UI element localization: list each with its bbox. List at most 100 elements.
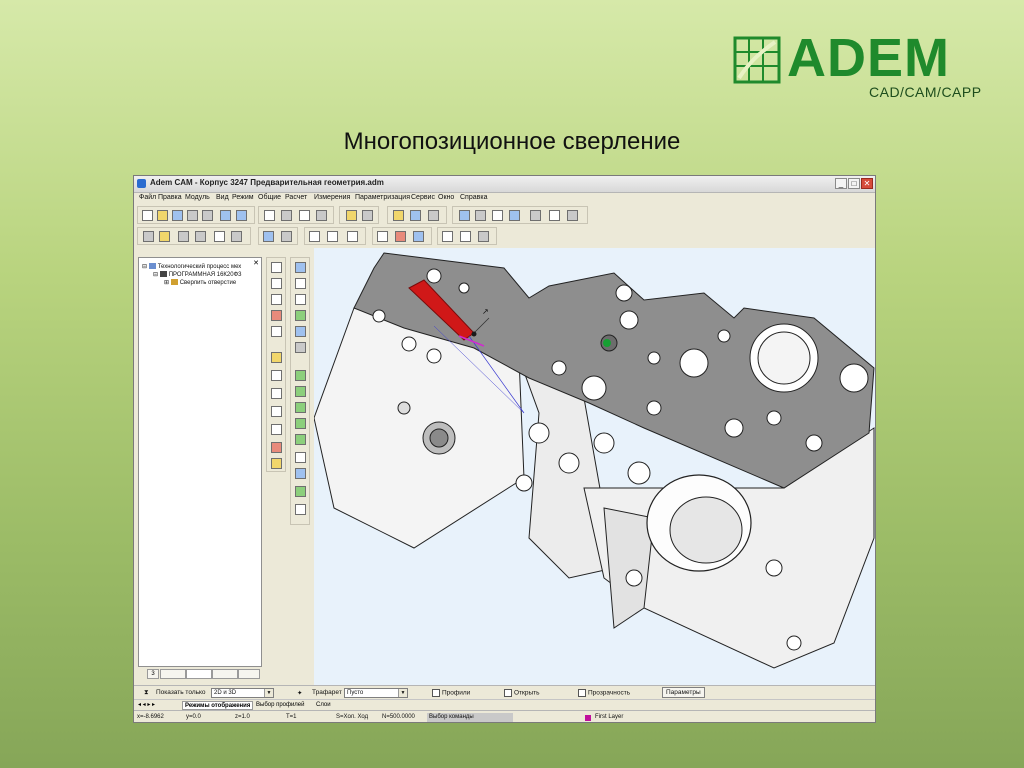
tab-profile-select[interactable]: Выбор профилей <box>256 701 305 710</box>
shade-icon[interactable] <box>475 210 486 221</box>
menu-param[interactable]: Параметризация <box>355 194 410 201</box>
maximize-button[interactable]: □ <box>848 178 860 189</box>
view-list-icon[interactable] <box>428 210 439 221</box>
tree-tab-5[interactable] <box>238 669 260 679</box>
sketch-icon[interactable] <box>271 262 282 273</box>
menu-help[interactable]: Справка <box>460 194 487 201</box>
page-icon[interactable] <box>264 210 275 221</box>
layer-icon[interactable] <box>295 434 306 445</box>
measure-icon[interactable] <box>530 210 541 221</box>
3d-viewport[interactable]: ↗ <box>314 248 875 685</box>
wall-icon[interactable] <box>295 402 306 413</box>
pocket-icon[interactable] <box>295 370 306 381</box>
menu-edit[interactable]: Правка <box>158 194 182 201</box>
new-file-icon[interactable] <box>142 210 153 221</box>
depth-icon[interactable] <box>271 352 282 363</box>
tree-item[interactable]: ⊟ Технологический процесс мех <box>142 263 241 270</box>
pan-icon[interactable] <box>549 210 560 221</box>
export-icon[interactable] <box>220 210 231 221</box>
tab-nav-arrows[interactable]: ◂ ◂ ▸ ▸ <box>138 701 155 710</box>
show-only-select[interactable]: 2D и 3D ▼ <box>211 688 274 698</box>
text-tool-icon[interactable] <box>271 458 282 469</box>
face-icon[interactable] <box>295 386 306 397</box>
step-icon[interactable] <box>271 388 282 399</box>
contour3-icon[interactable] <box>271 326 282 337</box>
view-3d-icon[interactable] <box>393 210 404 221</box>
numbers-icon[interactable] <box>327 231 338 242</box>
operation-icon[interactable] <box>178 231 189 242</box>
transparency-checkbox[interactable]: Прозрачность <box>578 689 630 697</box>
menu-window[interactable]: Окно <box>438 194 454 201</box>
surface2-icon[interactable] <box>295 486 306 497</box>
tool-icon[interactable] <box>159 231 170 242</box>
tree-item[interactable]: ⊞ Сверлить отверстие <box>164 279 236 286</box>
menu-measure[interactable]: Измерения <box>314 194 350 201</box>
tree-tab-1[interactable]: 3 <box>147 669 159 679</box>
tree-close-icon[interactable]: ✕ <box>253 259 259 267</box>
pointer-icon[interactable] <box>195 231 206 242</box>
corner-icon[interactable] <box>295 504 306 515</box>
stencil-select[interactable]: Пусто ▼ <box>344 688 408 698</box>
open-checkbox[interactable]: Открыть <box>504 689 540 697</box>
tab-layers[interactable]: Слои <box>316 701 331 710</box>
shape-icon[interactable] <box>295 452 306 463</box>
frame-icon[interactable] <box>295 468 306 479</box>
island-icon[interactable] <box>295 418 306 429</box>
title-bar[interactable]: Adem CAM - Корпус 3247 Предварительная г… <box>134 176 875 193</box>
solid-icon[interactable] <box>295 326 306 337</box>
level-icon[interactable] <box>271 406 282 417</box>
contour2-icon[interactable] <box>271 294 282 305</box>
paste-icon[interactable] <box>346 210 357 221</box>
parameters-button[interactable]: Параметры <box>662 687 705 698</box>
tree-tab-4[interactable] <box>212 669 238 679</box>
variables-icon[interactable] <box>299 210 310 221</box>
align-icon[interactable] <box>309 231 320 242</box>
import-icon[interactable] <box>236 210 247 221</box>
rotate-icon[interactable] <box>509 210 520 221</box>
axis-icon[interactable] <box>295 262 306 273</box>
menu-mode[interactable]: Режим <box>232 194 254 201</box>
close-button[interactable]: ✕ <box>861 178 873 189</box>
view-orient-icon[interactable] <box>410 210 421 221</box>
delete-icon[interactable] <box>271 310 282 321</box>
drill-icon[interactable] <box>395 231 406 242</box>
render-icon[interactable] <box>459 210 470 221</box>
line-icon[interactable] <box>295 294 306 305</box>
grid-icon[interactable] <box>567 210 578 221</box>
tree-tab-2[interactable] <box>160 669 186 679</box>
check-icon[interactable] <box>231 231 242 242</box>
menu-module[interactable]: Модуль <box>185 194 210 201</box>
cross-icon[interactable] <box>271 424 282 435</box>
menu-service[interactable]: Сервис <box>411 194 435 201</box>
menu-calc[interactable]: Расчет <box>285 194 307 201</box>
offset-icon[interactable] <box>271 370 282 381</box>
cube-icon[interactable] <box>492 210 503 221</box>
point-icon[interactable] <box>295 278 306 289</box>
tree-icon[interactable] <box>263 231 274 242</box>
menu-general[interactable]: Общие <box>258 194 281 201</box>
machine-icon[interactable] <box>295 342 306 353</box>
table-icon[interactable] <box>316 210 327 221</box>
settings-gear-icon[interactable] <box>478 231 489 242</box>
cylinder-icon[interactable] <box>377 231 388 242</box>
surface-icon[interactable] <box>295 310 306 321</box>
process-icon[interactable] <box>143 231 154 242</box>
tree-item[interactable]: ⊟ ПРОГРАММНАЯ 16К20Ф3 <box>153 271 241 278</box>
minimize-button[interactable]: _ <box>835 178 847 189</box>
tab-display-modes[interactable]: Режимы отображения <box>182 701 254 710</box>
tree-tab-3[interactable] <box>186 669 212 679</box>
contour-icon[interactable] <box>271 278 282 289</box>
report-icon[interactable] <box>442 231 453 242</box>
simulate-icon[interactable] <box>413 231 424 242</box>
print-icon[interactable] <box>187 210 198 221</box>
nc-output-icon[interactable] <box>460 231 471 242</box>
tree-alt-icon[interactable] <box>281 231 292 242</box>
plane-icon[interactable] <box>271 442 282 453</box>
save-icon[interactable] <box>172 210 183 221</box>
menu-view[interactable]: Вид <box>216 194 229 201</box>
profiles-checkbox[interactable]: Профили <box>432 689 470 697</box>
clipboard-icon[interactable] <box>362 210 373 221</box>
copy-icon[interactable] <box>281 210 292 221</box>
list-check-icon[interactable] <box>347 231 358 242</box>
document-icon[interactable] <box>214 231 225 242</box>
